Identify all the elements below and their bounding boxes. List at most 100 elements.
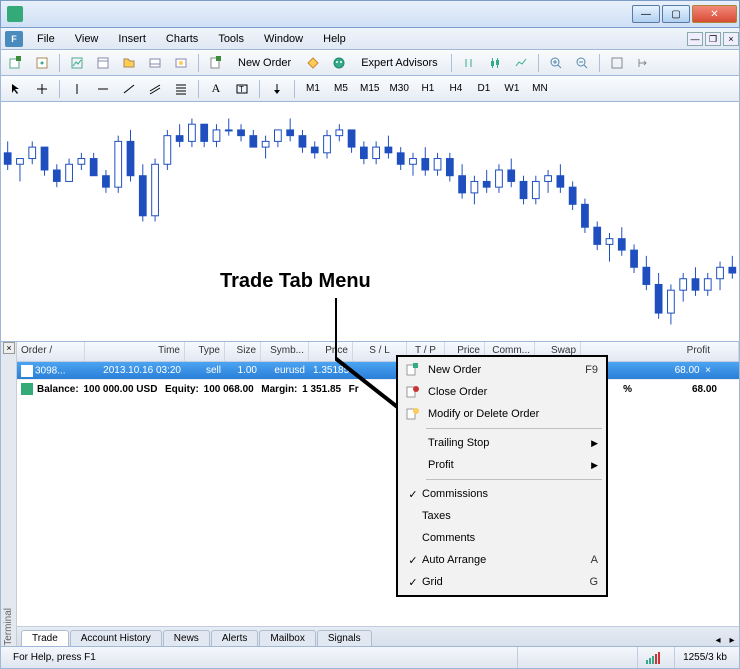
menubar: F File View Insert Charts Tools Window H… xyxy=(0,28,740,50)
price-chart[interactable] xyxy=(0,102,740,342)
status-traffic: 1255/3 kb xyxy=(674,647,735,668)
timeframe-h1[interactable]: H1 xyxy=(416,79,440,99)
strategy-tester-icon[interactable] xyxy=(170,53,192,73)
tab-alerts[interactable]: Alerts xyxy=(211,630,259,646)
new-order-icon[interactable] xyxy=(205,53,227,73)
ctx-new-order[interactable]: New Order F9 xyxy=(400,359,604,381)
timeframe-m1[interactable]: M1 xyxy=(301,79,325,99)
timeframe-w1[interactable]: W1 xyxy=(500,79,524,99)
terminal-header-row: Order / Time Type Size Symb... Price S /… xyxy=(17,342,739,362)
tab-scroll-left[interactable]: ◂ xyxy=(711,635,725,646)
toolbar-drawing: A T M1 M5 M15 M30 H1 H4 D1 W1 MN xyxy=(0,76,740,102)
tab-trade[interactable]: Trade xyxy=(21,630,69,646)
candlestick-icon[interactable] xyxy=(484,53,506,73)
col-size[interactable]: Size xyxy=(225,342,261,361)
close-order-icon xyxy=(404,384,422,400)
tab-news[interactable]: News xyxy=(163,630,210,646)
cursor-icon[interactable] xyxy=(5,79,27,99)
ctx-comments[interactable]: Comments xyxy=(400,527,604,549)
toolbar-separator xyxy=(59,80,60,98)
menu-charts[interactable]: Charts xyxy=(156,33,208,45)
new-chart-icon[interactable] xyxy=(5,53,27,73)
timeframe-m30[interactable]: M30 xyxy=(386,79,411,99)
menu-file[interactable]: File xyxy=(27,33,65,45)
market-watch-icon[interactable] xyxy=(66,53,88,73)
auto-scroll-icon[interactable] xyxy=(606,53,628,73)
timeframe-d1[interactable]: D1 xyxy=(472,79,496,99)
tab-signals[interactable]: Signals xyxy=(317,630,372,646)
ctx-close-order[interactable]: Close Order xyxy=(400,381,604,403)
expert-advisors-icon[interactable] xyxy=(328,53,350,73)
ctx-modify-order[interactable]: Modify or Delete Order xyxy=(400,403,604,425)
ctx-taxes[interactable]: Taxes xyxy=(400,505,604,527)
ctx-trailing-stop[interactable]: Trailing Stop ▶ xyxy=(400,432,604,454)
line-chart-icon[interactable] xyxy=(510,53,532,73)
new-order-icon xyxy=(404,362,422,378)
timeframe-mn[interactable]: MN xyxy=(528,79,552,99)
menu-view[interactable]: View xyxy=(65,33,109,45)
toolbar-separator xyxy=(198,54,199,72)
titlebar: — ▢ ✕ xyxy=(0,0,740,28)
fibonacci-icon[interactable] xyxy=(170,79,192,99)
zoom-out-icon[interactable] xyxy=(571,53,593,73)
navigator-icon[interactable] xyxy=(118,53,140,73)
col-price[interactable]: Price xyxy=(309,342,353,361)
mdi-minimize-button[interactable]: — xyxy=(687,32,703,46)
horizontal-line-icon[interactable] xyxy=(92,79,114,99)
trendline-icon[interactable] xyxy=(118,79,140,99)
chart-shift-icon[interactable] xyxy=(632,53,654,73)
toolbar-separator xyxy=(198,80,199,98)
menu-window[interactable]: Window xyxy=(254,33,313,45)
minimize-button[interactable]: — xyxy=(632,5,660,23)
toolbar-separator xyxy=(538,54,539,72)
maximize-button[interactable]: ▢ xyxy=(662,5,690,23)
order-icon xyxy=(21,365,33,377)
tab-mailbox[interactable]: Mailbox xyxy=(259,630,315,646)
menu-tools[interactable]: Tools xyxy=(208,33,254,45)
timeframe-h4[interactable]: H4 xyxy=(444,79,468,99)
profiles-icon[interactable] xyxy=(31,53,53,73)
timeframe-m5[interactable]: M5 xyxy=(329,79,353,99)
expert-advisors-button[interactable]: Expert Advisors xyxy=(354,53,444,73)
submenu-arrow-icon: ▶ xyxy=(591,438,598,449)
col-time[interactable]: Time xyxy=(85,342,185,361)
new-order-button[interactable]: New Order xyxy=(231,53,298,73)
tab-scroll-right[interactable]: ▸ xyxy=(725,635,739,646)
toolbar-separator xyxy=(294,80,295,98)
balance-row: Balance: 100 000.00 USD Equity: 100 068.… xyxy=(17,380,739,398)
terminal-tabs: Trade Account History News Alerts Mailbo… xyxy=(17,626,739,646)
ctx-commissions[interactable]: ✓ Commissions xyxy=(400,483,604,505)
metaquotes-icon[interactable] xyxy=(302,53,324,73)
zoom-in-icon[interactable] xyxy=(545,53,567,73)
toolbar-separator xyxy=(451,54,452,72)
connection-signal-icon xyxy=(637,647,674,668)
crosshair-icon[interactable] xyxy=(31,79,53,99)
timeframe-m15[interactable]: M15 xyxy=(357,79,382,99)
close-button[interactable]: ✕ xyxy=(692,5,737,23)
vertical-line-icon[interactable] xyxy=(66,79,88,99)
order-row[interactable]: 3098... 2013.10.16 03:20 sell 1.00 eurus… xyxy=(17,362,739,380)
data-window-icon[interactable] xyxy=(92,53,114,73)
ctx-profit[interactable]: Profit ▶ xyxy=(400,454,604,476)
menu-insert[interactable]: Insert xyxy=(108,33,156,45)
mdi-close-button[interactable]: × xyxy=(723,32,739,46)
terminal-icon[interactable] xyxy=(144,53,166,73)
toolbar-separator xyxy=(59,54,60,72)
bar-chart-icon[interactable] xyxy=(458,53,480,73)
col-order[interactable]: Order / xyxy=(17,342,85,361)
status-help: For Help, press F1 xyxy=(5,647,517,668)
tab-account-history[interactable]: Account History xyxy=(70,630,162,646)
menu-help[interactable]: Help xyxy=(313,33,356,45)
ctx-grid[interactable]: ✓ Grid G xyxy=(400,571,604,593)
mdi-restore-button[interactable]: ❐ xyxy=(705,32,721,46)
checkmark-icon: ✓ xyxy=(404,576,422,589)
status-empty xyxy=(517,647,637,668)
terminal-close-icon[interactable]: × xyxy=(3,342,15,354)
text-label-icon[interactable]: T xyxy=(231,79,253,99)
col-type[interactable]: Type xyxy=(185,342,225,361)
col-symbol[interactable]: Symb... xyxy=(261,342,309,361)
channel-icon[interactable] xyxy=(144,79,166,99)
ctx-auto-arrange[interactable]: ✓ Auto Arrange A xyxy=(400,549,604,571)
text-icon[interactable]: A xyxy=(205,79,227,99)
arrows-icon[interactable] xyxy=(266,79,288,99)
